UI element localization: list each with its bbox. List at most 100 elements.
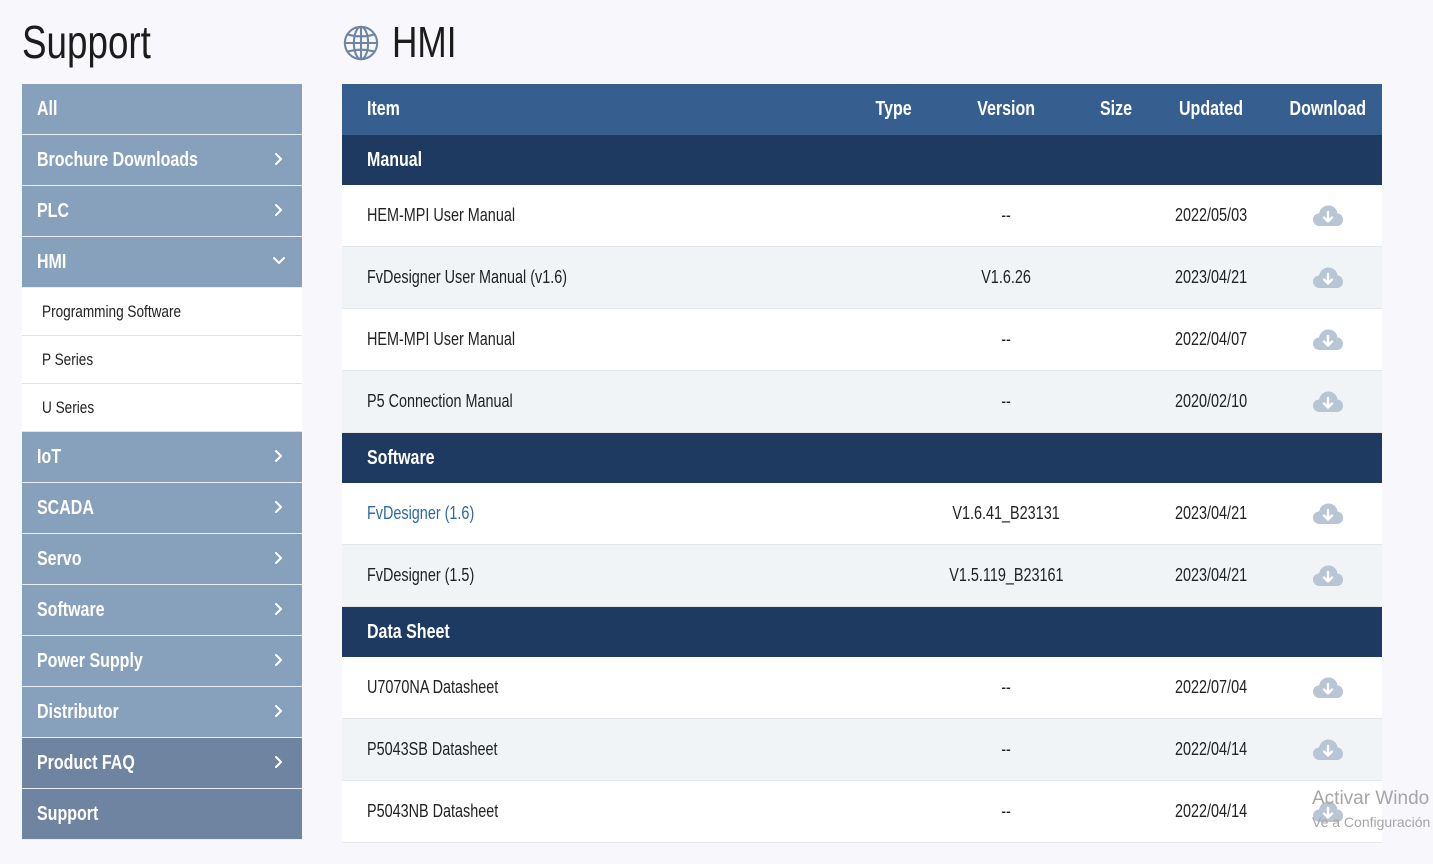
activation-watermark: Activar Windo	[1312, 788, 1430, 809]
item-name: P5043NB Datasheet	[367, 801, 499, 821]
cloud-download-icon[interactable]	[1312, 390, 1344, 414]
item-name: FvDesigner (1.5)	[367, 565, 475, 585]
item-updated: 2022/04/07	[1174, 329, 1248, 349]
download-button[interactable]	[1278, 545, 1378, 606]
section-software: Software	[342, 433, 1382, 483]
table-row: FvDesigner (1.5) V1.5.119_B23161 2023/04/2…	[342, 545, 1382, 607]
section-title: Software	[367, 446, 435, 469]
item-version: --	[1001, 801, 1011, 821]
download-button[interactable]	[1278, 309, 1378, 370]
chevron-down-icon	[273, 257, 285, 264]
table-row: P5 Connection Manual -- 2020/02/10	[342, 371, 1382, 433]
table-body: Manual HEM-MPI User Manual -- 2022/05/03 FvD…	[342, 135, 1382, 843]
item-updated: 2022/04/14	[1174, 739, 1248, 759]
sidebar-item-label: HMI	[37, 251, 67, 273]
col-size: Size	[1099, 98, 1133, 120]
item-version: V1.5.119_B23161	[948, 565, 1064, 585]
globe-icon	[343, 25, 379, 61]
chevron-right-icon	[275, 501, 282, 513]
cloud-download-icon[interactable]	[1312, 564, 1344, 588]
sidebar-item-scada[interactable]: SCADA	[22, 483, 302, 534]
cloud-download-icon[interactable]	[1312, 266, 1344, 290]
table-row: P5043NB Datasheet -- 2022/04/14	[342, 781, 1382, 843]
download-button[interactable]	[1278, 185, 1378, 246]
col-version: Version	[977, 98, 1035, 120]
sidebar-item-label: PLC	[37, 200, 69, 222]
sidebar-subitem-u-series[interactable]: U Series	[22, 384, 302, 432]
sidebar-subitem-programming-software[interactable]: Programming Software	[22, 288, 302, 336]
sidebar-subitem-label: U Series	[42, 398, 95, 417]
chevron-right-icon	[275, 204, 282, 216]
sidebar-item-servo[interactable]: Servo	[22, 534, 302, 585]
sidebar-item-label: Support	[37, 803, 99, 825]
chevron-right-icon	[275, 603, 282, 615]
item-name: P5043SB Datasheet	[367, 739, 498, 759]
section-data-sheet: Data Sheet	[342, 607, 1382, 657]
item-version: --	[1001, 205, 1011, 225]
item-updated: 2022/04/14	[1174, 801, 1248, 821]
item-updated: 2023/04/21	[1174, 503, 1248, 523]
item-name: HEM-MPI User Manual	[367, 205, 516, 225]
item-updated: 2022/07/04	[1174, 677, 1248, 697]
download-button[interactable]	[1278, 483, 1378, 544]
item-name: FvDesigner (1.6)	[367, 503, 475, 523]
chevron-right-icon	[275, 552, 282, 564]
sidebar-item-label: All	[37, 98, 58, 120]
sidebar-subitem-label: P Series	[42, 350, 94, 369]
page-title-text: HMI	[392, 18, 457, 67]
cloud-download-icon[interactable]	[1312, 676, 1344, 700]
sidebar-item-all[interactable]: All	[22, 84, 302, 135]
chevron-right-icon	[275, 654, 282, 666]
item-updated: 2022/05/03	[1174, 205, 1248, 225]
item-version: --	[1001, 391, 1011, 411]
sidebar: All Brochure Downloads PLC HMI Programming S…	[22, 84, 302, 840]
table-row: HEM-MPI User Manual -- 2022/04/07	[342, 309, 1382, 371]
sidebar-item-label: Software	[37, 599, 105, 621]
item-updated: 2023/04/21	[1174, 267, 1248, 287]
sidebar-item-distributor[interactable]: Distributor	[22, 687, 302, 738]
col-updated: Updated	[1179, 98, 1243, 120]
download-button[interactable]	[1278, 657, 1378, 718]
sidebar-item-brochure-downloads[interactable]: Brochure Downloads	[22, 135, 302, 186]
sidebar-item-label: IoT	[37, 446, 61, 468]
sidebar-item-product-faq[interactable]: Product FAQ	[22, 738, 302, 789]
sidebar-subitem-p-series[interactable]: P Series	[22, 336, 302, 384]
sidebar-item-hmi[interactable]: HMI	[22, 237, 302, 288]
download-button[interactable]	[1278, 247, 1378, 308]
table-row: FvDesigner User Manual (v1.6) V1.6.26 2023…	[342, 247, 1382, 309]
sidebar-title: Support	[22, 16, 151, 68]
col-type: Type	[875, 98, 913, 120]
item-link[interactable]: FvDesigner (1.6)	[367, 503, 501, 524]
chevron-right-icon	[275, 153, 282, 165]
item-version: --	[1001, 329, 1011, 349]
item-name: P5 Connection Manual	[367, 391, 513, 411]
download-button[interactable]	[1278, 371, 1378, 432]
item-name: FvDesigner User Manual (v1.6)	[367, 267, 568, 287]
sidebar-item-power-supply[interactable]: Power Supply	[22, 636, 302, 687]
sidebar-item-iot[interactable]: IoT	[22, 432, 302, 483]
chevron-right-icon	[275, 450, 282, 462]
item-name: HEM-MPI User Manual	[367, 329, 516, 349]
download-button[interactable]	[1278, 719, 1378, 780]
cloud-download-icon[interactable]	[1312, 738, 1344, 762]
item-version: V1.6.41_B23131	[952, 503, 1060, 523]
cloud-download-icon[interactable]	[1312, 502, 1344, 526]
table-row: P5043SB Datasheet -- 2022/04/14	[342, 719, 1382, 781]
table-row: FvDesigner (1.6) V1.6.41_B23131 2023/04/21	[342, 483, 1382, 545]
table-row: U7070NA Datasheet -- 2022/07/04	[342, 657, 1382, 719]
table-row: HEM-MPI User Manual -- 2022/05/03	[342, 185, 1382, 247]
downloads-table: Item Type Version Size Updated Download …	[342, 84, 1382, 843]
col-item: Item	[367, 98, 400, 120]
col-download: Download	[1289, 98, 1367, 120]
sidebar-item-label: Product FAQ	[37, 752, 135, 774]
sidebar-item-plc[interactable]: PLC	[22, 186, 302, 237]
item-version: --	[1001, 739, 1011, 759]
cloud-download-icon[interactable]	[1312, 328, 1344, 352]
chevron-right-icon	[275, 705, 282, 717]
cloud-download-icon[interactable]	[1312, 204, 1344, 228]
sidebar-item-software[interactable]: Software	[22, 585, 302, 636]
section-title: Data Sheet	[367, 620, 450, 643]
sidebar-item-label: Brochure Downloads	[37, 149, 198, 171]
activation-watermark-sub: Ve a Configuración	[1312, 814, 1431, 830]
sidebar-item-support[interactable]: Support	[22, 789, 302, 840]
